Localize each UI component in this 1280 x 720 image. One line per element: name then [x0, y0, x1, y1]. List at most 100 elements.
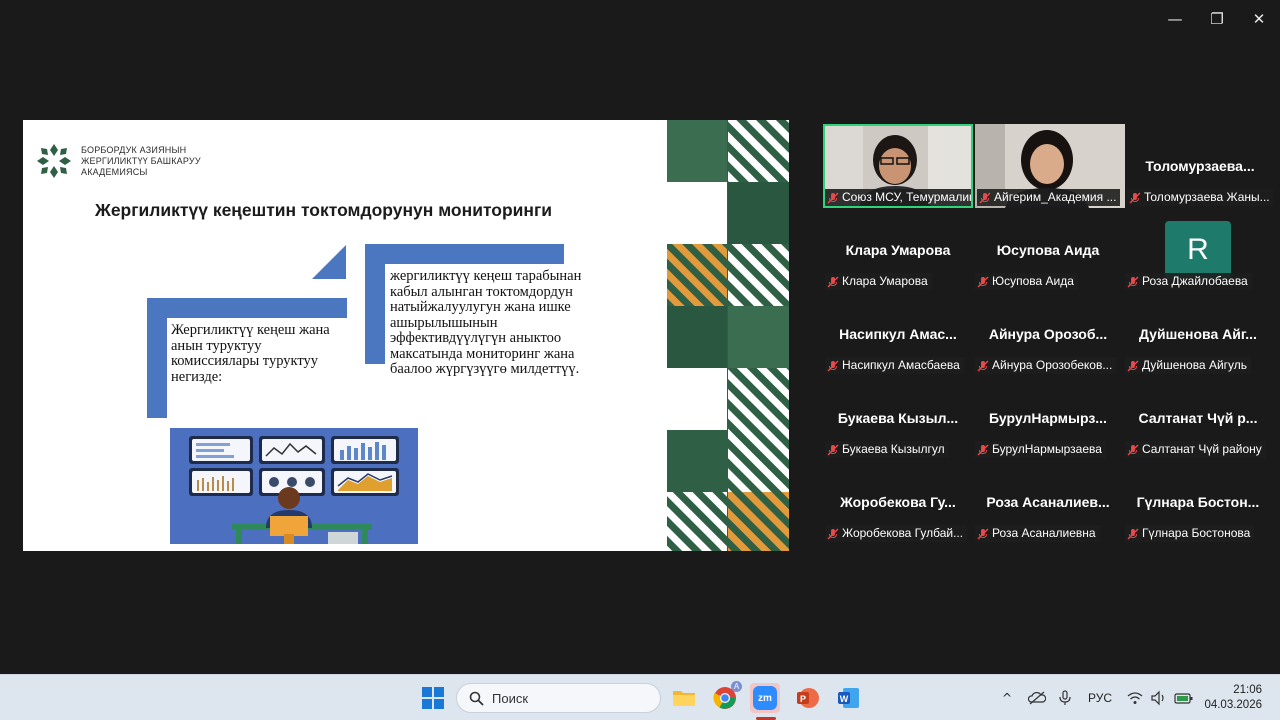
mic-muted-icon — [979, 192, 991, 203]
volume-icon[interactable] — [1150, 690, 1168, 706]
participant-label: Гүлнара Бостонова — [1125, 525, 1255, 542]
search-placeholder: Поиск — [492, 690, 529, 706]
participant-tile[interactable]: Юсупова Аида Юсупова Аида — [973, 208, 1123, 292]
participant-label: Роза Джайлобаева — [1125, 273, 1252, 290]
participant-tile[interactable]: БурулНармырз... БурулНармырзаева — [973, 376, 1123, 460]
battery-icon[interactable] — [1174, 690, 1194, 706]
mic-muted-icon — [1129, 192, 1141, 203]
decorative-triangle — [312, 245, 346, 279]
mic-muted-icon — [1127, 528, 1139, 539]
participant-label: Айнура Орозобеков... — [975, 357, 1117, 374]
chrome-button[interactable]: A — [710, 681, 742, 713]
windows-taskbar: Поиск A zm P W ^ РУС 21:06 04.03.2026 — [0, 674, 1280, 720]
clock-time: 21:06 — [1233, 684, 1262, 696]
participant-tile[interactable]: Салтанат Чүй р... Салтанат Чүй району — [1123, 376, 1273, 460]
participant-label-text: Гүлнара Бостонова — [1142, 526, 1251, 540]
file-explorer-button[interactable] — [669, 683, 699, 713]
mic-muted-icon — [977, 444, 989, 455]
participant-tile[interactable]: Клара Умарова Клара Умарова — [823, 208, 973, 292]
participant-label: Клара Умарова — [825, 273, 932, 290]
zoom-icon-label: zm — [758, 692, 772, 704]
microphone-icon[interactable] — [1056, 690, 1074, 706]
participant-label-text: БурулНармырзаева — [992, 442, 1102, 456]
windows-start-icon — [422, 687, 444, 709]
participant-label: Юсупова Аида — [975, 273, 1078, 290]
logo-line-2: ЖЕРГИЛИКТҮҮ БАШКАРУУ — [81, 155, 201, 166]
right-box-text: жергиликтүү кеңеш тарабынан кабыл алынга… — [390, 268, 582, 377]
mic-muted-icon — [827, 444, 839, 455]
participant-tile[interactable]: Айнура Орозоб... Айнура Орозобеков... — [973, 292, 1123, 376]
left-box-text: Жергиликтүү кеңеш жана анын туруктуу ком… — [171, 322, 330, 385]
onedrive-icon[interactable] — [1028, 690, 1046, 706]
participant-label-text: Роза Асаналиевна — [992, 526, 1096, 540]
powerpoint-button[interactable]: P — [792, 683, 822, 713]
mic-muted-icon — [827, 192, 839, 203]
participant-label: Букаева Кызылгул — [825, 441, 949, 458]
participant-tile[interactable]: Жоробекова Гу... Жоробекова Гулбай... — [823, 460, 973, 544]
participant-name: Роза Асаналиев... — [986, 494, 1110, 510]
participant-label-text: Насипкул Амасбаева — [842, 358, 960, 372]
participant-name: Жоробекова Гу... — [840, 494, 956, 510]
participant-name: Букаева Кызыл... — [837, 410, 959, 426]
participant-label-text: Роза Джайлобаева — [1142, 274, 1248, 288]
participant-label-text: Салтанат Чүй району — [1142, 442, 1262, 456]
participant-tile[interactable]: Роза Асаналиев... Роза Асаналиевна — [973, 460, 1123, 544]
mic-muted-icon — [977, 360, 989, 371]
participant-name: БурулНармырз... — [989, 410, 1107, 426]
participant-label-text: Жоробекова Гулбай... — [842, 526, 964, 540]
participant-label: Дуйшенова Айгуль — [1125, 357, 1252, 374]
participant-name: Айнура Орозоб... — [988, 326, 1108, 342]
participant-tile[interactable]: Гүлнара Бостон... Гүлнара Бостонова — [1123, 460, 1273, 544]
participant-tile[interactable]: Букаева Кызыл... Букаева Кызылгул — [823, 376, 973, 460]
search-icon — [469, 691, 484, 706]
decorative-pattern — [667, 120, 789, 551]
system-tray: ^ РУС — [998, 675, 1194, 720]
participant-tile[interactable]: Союз МСУ, Темурмалик... — [823, 124, 973, 208]
taskbar-clock[interactable]: 21:06 04.03.2026 — [1204, 683, 1262, 713]
participant-name: Салтанат Чүй р... — [1138, 410, 1258, 426]
academy-logo-icon — [37, 144, 71, 178]
participant-name: Толомурзаева... — [1145, 158, 1255, 174]
chevron-up-icon[interactable]: ^ — [998, 691, 1016, 705]
participant-label: Роза Асаналиевна — [975, 525, 1100, 542]
taskbar-search[interactable]: Поиск — [456, 683, 661, 713]
academy-logo: БОРБОРДУК АЗИЯНЫН ЖЕРГИЛИКТҮҮ БАШКАРУУ А… — [35, 142, 201, 180]
participant-label-text: Айнура Орозобеков... — [992, 358, 1113, 372]
participant-label: Салтанат Чүй району — [1125, 441, 1266, 458]
participant-label-text: Айгерим_Академия ... — [994, 190, 1117, 204]
participant-tile[interactable]: Толомурзаева... Толомурзаева Жаны... — [1125, 124, 1275, 208]
participant-label-text: Клара Умарова — [842, 274, 928, 288]
mic-muted-icon — [977, 276, 989, 287]
participant-tile[interactable]: Насипкул Амас... Насипкул Амасбаева — [823, 292, 973, 376]
close-button[interactable]: ✕ — [1238, 0, 1280, 38]
zoom-button[interactable]: zm — [750, 683, 780, 713]
mic-muted-icon — [977, 528, 989, 539]
mic-muted-icon — [827, 528, 839, 539]
logo-line-3: АКАДЕМИЯСЫ — [81, 166, 148, 177]
participant-tile[interactable]: Дуйшенова Айг... Дуйшенова Айгуль — [1123, 292, 1273, 376]
restore-button[interactable]: ❐ — [1196, 0, 1238, 38]
zoom-icon: zm — [753, 686, 777, 710]
mic-muted-icon — [1127, 276, 1139, 287]
slide-title: Жергиликтүү кеңештин токтомдорунун монит… — [95, 200, 553, 220]
window-controls: — ❐ ✕ — [1154, 0, 1280, 38]
participant-label: Жоробекова Гулбай... — [825, 525, 968, 542]
logo-line-1: БОРБОРДУК АЗИЯНЫН — [81, 144, 187, 155]
svg-text:W: W — [840, 694, 849, 704]
clock-date: 04.03.2026 — [1204, 699, 1262, 711]
minimize-button[interactable]: — — [1154, 0, 1196, 38]
participant-name: Дуйшенова Айг... — [1139, 326, 1257, 342]
wifi-icon[interactable] — [1126, 690, 1144, 706]
participant-name: Клара Умарова — [845, 242, 951, 258]
mic-muted-icon — [827, 360, 839, 371]
language-indicator[interactable]: РУС — [1088, 691, 1112, 705]
participant-tile[interactable]: R Роза Джайлобаева — [1123, 208, 1273, 292]
participant-tile[interactable]: Айгерим_Академия ... — [975, 124, 1125, 208]
participant-label: Толомурзаева Жаны... — [1127, 189, 1273, 206]
participant-label-text: Юсупова Аида — [992, 274, 1074, 288]
participant-label-text: Дуйшенова Айгуль — [1142, 358, 1248, 372]
start-button[interactable] — [418, 683, 448, 713]
participant-name: Гүлнара Бостон... — [1136, 494, 1260, 510]
file-explorer-icon — [673, 691, 695, 706]
word-button[interactable]: W — [833, 683, 863, 713]
